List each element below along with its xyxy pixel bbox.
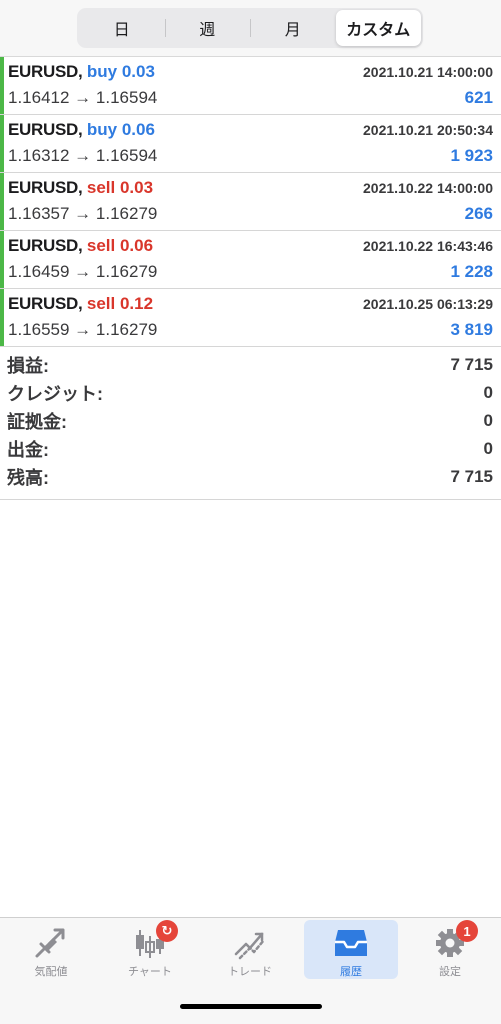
tab-day[interactable]: 日 bbox=[79, 10, 165, 46]
trade-history-list: EURUSD, buy 0.03 2021.10.21 14:00:00 1.1… bbox=[0, 57, 501, 347]
trade-status-bar bbox=[0, 57, 4, 114]
trade-time: 2021.10.25 06:13:29 bbox=[363, 296, 493, 312]
trade-side: buy 0.06 bbox=[86, 120, 155, 139]
trade-time: 2021.10.22 14:00:00 bbox=[363, 180, 493, 196]
tab-trade[interactable]: トレード bbox=[203, 920, 297, 979]
trade-prices: 1.16412 → 1.16594 bbox=[8, 88, 158, 107]
trade-profit: 621 bbox=[464, 88, 493, 107]
trade-profit: 266 bbox=[464, 204, 493, 223]
trade-time: 2021.10.21 20:50:34 bbox=[363, 122, 493, 138]
summary-value: 0 bbox=[483, 411, 493, 430]
account-summary: 損益: 7 715 クレジット: 0 証拠金: 0 出金: 0 残高: 7 71… bbox=[0, 347, 501, 500]
trade-symbol: EURUSD, bbox=[8, 236, 83, 255]
summary-value: 0 bbox=[483, 383, 493, 402]
summary-row-balance: 残高: 7 715 bbox=[0, 463, 501, 491]
summary-label: 出金: bbox=[7, 440, 49, 460]
summary-row-credit: クレジット: 0 bbox=[0, 379, 501, 407]
tab-quotes[interactable]: 気配値 bbox=[4, 920, 98, 979]
summary-label: 損益: bbox=[7, 356, 49, 376]
trade-symbol: EURUSD, bbox=[8, 120, 83, 139]
trade-row[interactable]: EURUSD, buy 0.06 2021.10.21 20:50:34 1.1… bbox=[0, 115, 501, 173]
trade-row[interactable]: EURUSD, sell 0.06 2021.10.22 16:43:46 1.… bbox=[0, 231, 501, 289]
summary-label: 証拠金: bbox=[7, 412, 67, 432]
trade-side: buy 0.03 bbox=[86, 62, 155, 81]
home-indicator[interactable] bbox=[180, 1004, 322, 1009]
trade-symbol: EURUSD, bbox=[8, 178, 83, 197]
trade-symbol: EURUSD, bbox=[8, 294, 83, 313]
trade-status-bar bbox=[0, 115, 4, 172]
summary-row-margin: 証拠金: 0 bbox=[0, 407, 501, 435]
trade-row[interactable]: EURUSD, sell 0.03 2021.10.22 14:00:00 1.… bbox=[0, 173, 501, 231]
summary-row-withdrawal: 出金: 0 bbox=[0, 435, 501, 463]
settings-icon: 1 bbox=[432, 920, 478, 960]
tab-month[interactable]: 月 bbox=[250, 10, 336, 46]
trade-side: sell 0.06 bbox=[86, 236, 154, 255]
chart-icon: ↻ bbox=[132, 920, 178, 960]
summary-value: 7 715 bbox=[450, 355, 493, 374]
trade-side: sell 0.03 bbox=[86, 178, 154, 197]
tab-custom[interactable]: カスタム bbox=[335, 10, 421, 46]
trade-prices: 1.16559 → 1.16279 bbox=[8, 320, 158, 339]
trade-profit: 3 819 bbox=[450, 320, 493, 339]
trade-status-bar bbox=[0, 289, 4, 346]
trade-prices: 1.16459 → 1.16279 bbox=[8, 262, 158, 281]
tab-label: 履歴 bbox=[340, 966, 362, 978]
trade-icon bbox=[232, 926, 268, 960]
tab-history[interactable]: 履歴 bbox=[304, 920, 398, 979]
notification-badge: 1 bbox=[456, 920, 478, 942]
trade-prices: 1.16357 → 1.16279 bbox=[8, 204, 158, 223]
summary-value: 7 715 bbox=[450, 467, 493, 486]
refresh-badge-icon: ↻ bbox=[156, 920, 178, 942]
trade-status-bar bbox=[0, 231, 4, 288]
tab-chart[interactable]: ↻ チャート bbox=[103, 920, 197, 979]
trade-prices: 1.16312 → 1.16594 bbox=[8, 146, 158, 165]
trade-status-bar bbox=[0, 173, 4, 230]
summary-row-profit: 損益: 7 715 bbox=[0, 351, 501, 379]
summary-label: クレジット: bbox=[7, 384, 103, 404]
trade-row[interactable]: EURUSD, buy 0.03 2021.10.21 14:00:00 1.1… bbox=[0, 57, 501, 115]
period-segmented-control: 日 週 月 カスタム bbox=[77, 8, 423, 48]
summary-value: 0 bbox=[483, 439, 493, 458]
tab-week[interactable]: 週 bbox=[164, 10, 251, 46]
tab-label: 気配値 bbox=[34, 966, 68, 978]
trade-time: 2021.10.22 16:43:46 bbox=[363, 238, 493, 254]
trade-row[interactable]: EURUSD, sell 0.12 2021.10.25 06:13:29 1.… bbox=[0, 289, 501, 347]
summary-label: 残高: bbox=[7, 468, 49, 488]
trade-profit: 1 923 bbox=[450, 146, 493, 165]
trade-symbol: EURUSD, bbox=[8, 62, 83, 81]
tab-label: 設定 bbox=[439, 966, 461, 978]
quotes-icon bbox=[33, 926, 69, 960]
history-icon bbox=[333, 926, 369, 960]
tab-label: トレード bbox=[228, 966, 272, 978]
tab-label: チャート bbox=[128, 966, 172, 978]
tab-settings[interactable]: 1 設定 bbox=[403, 920, 497, 979]
period-selector-bar: 日 週 月 カスタム bbox=[0, 0, 501, 57]
trade-time: 2021.10.21 14:00:00 bbox=[363, 64, 493, 80]
trade-side: sell 0.12 bbox=[86, 294, 154, 313]
trade-profit: 1 228 bbox=[450, 262, 493, 281]
